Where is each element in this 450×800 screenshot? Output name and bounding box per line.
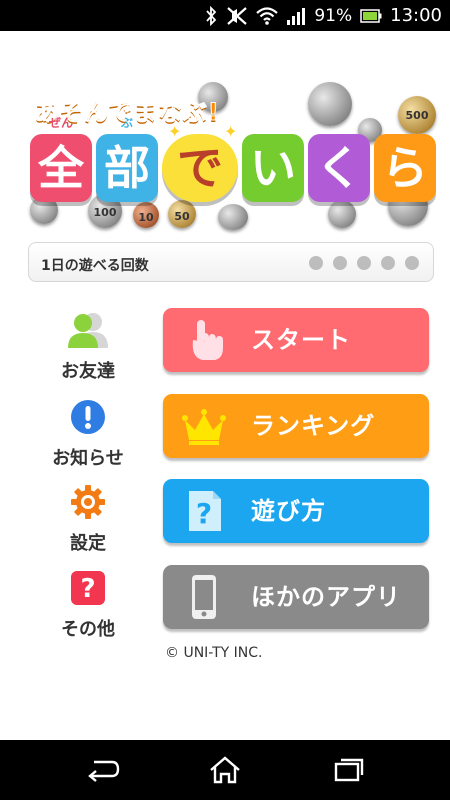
copyright: © UNI-TY INC.: [165, 645, 263, 661]
clock: 13:00: [390, 5, 442, 26]
how-to-play-button[interactable]: ? 遊び方: [163, 479, 429, 543]
help-document-icon: ?: [189, 491, 221, 531]
play-dot: [309, 256, 323, 270]
play-dot: [381, 256, 395, 270]
start-button[interactable]: スタート: [163, 308, 429, 372]
battery-percent: 91%: [314, 5, 353, 26]
play-dot: [357, 256, 371, 270]
wifi-icon: [256, 6, 279, 25]
news-label: お知らせ: [52, 448, 124, 469]
battery-icon: [360, 8, 382, 23]
gear-icon: [71, 485, 105, 519]
plays-remaining-indicator: [309, 256, 419, 270]
coin-icon: [328, 200, 356, 228]
friends-button[interactable]: お友達: [38, 312, 138, 383]
other-apps-label: ほかのアプリ: [251, 583, 401, 611]
bluetooth-icon: [206, 5, 217, 26]
other-apps-button[interactable]: ほかのアプリ: [163, 565, 429, 629]
ranking-label: ランキング: [251, 412, 376, 440]
back-icon[interactable]: [84, 756, 120, 784]
news-button[interactable]: お知らせ: [38, 399, 138, 470]
how-to-play-label: 遊び方: [251, 497, 326, 525]
svg-text:?: ?: [80, 574, 95, 604]
other-button[interactable]: ? その他: [38, 570, 138, 641]
crown-icon: [182, 409, 226, 445]
coin-icon: [308, 82, 352, 126]
friends-label: お友達: [61, 361, 115, 382]
app-logo: 500 100 10 50 あそんでまなぶ! ✦ ✦ ぜん 全 ぶ 部 で い …: [28, 82, 436, 232]
navigation-bar: [0, 740, 450, 800]
logo-tile: く: [308, 134, 370, 202]
friends-icon: [68, 313, 108, 348]
status-bar: 91% 13:00: [0, 0, 450, 31]
pointing-hand-icon: [192, 320, 223, 360]
settings-label: 設定: [70, 533, 106, 554]
signal-icon: [287, 7, 306, 25]
ranking-button[interactable]: ランキング: [163, 394, 429, 458]
home-icon[interactable]: [207, 756, 243, 784]
recent-apps-icon[interactable]: [331, 756, 367, 784]
settings-button[interactable]: 設定: [38, 484, 138, 555]
status-icons: 91% 13:00: [204, 0, 442, 31]
sparkle-icon: ✦: [224, 122, 238, 141]
logo-tile: い: [242, 134, 304, 202]
play-dot: [333, 256, 347, 270]
logo-tile: で: [162, 134, 238, 202]
mute-icon: [227, 6, 248, 25]
logo-tile: ぜん 全: [30, 116, 92, 202]
info-icon: [71, 400, 105, 434]
coin-icon: 500: [398, 96, 436, 134]
svg-text:?: ?: [196, 497, 212, 530]
question-icon: ?: [71, 571, 105, 605]
play-dot: [405, 256, 419, 270]
start-label: スタート: [251, 326, 351, 354]
logo-tile: ら: [374, 134, 436, 202]
other-label: その他: [61, 619, 115, 640]
daily-plays-label: 1日の遊べる回数: [41, 258, 149, 274]
coin-icon: 10: [133, 202, 159, 228]
smartphone-icon: [192, 575, 216, 619]
coin-icon: 50: [168, 200, 196, 228]
coin-icon: [218, 204, 248, 230]
daily-plays-panel: 1日の遊べる回数: [28, 242, 434, 282]
logo-tile: ぶ 部: [96, 116, 158, 202]
